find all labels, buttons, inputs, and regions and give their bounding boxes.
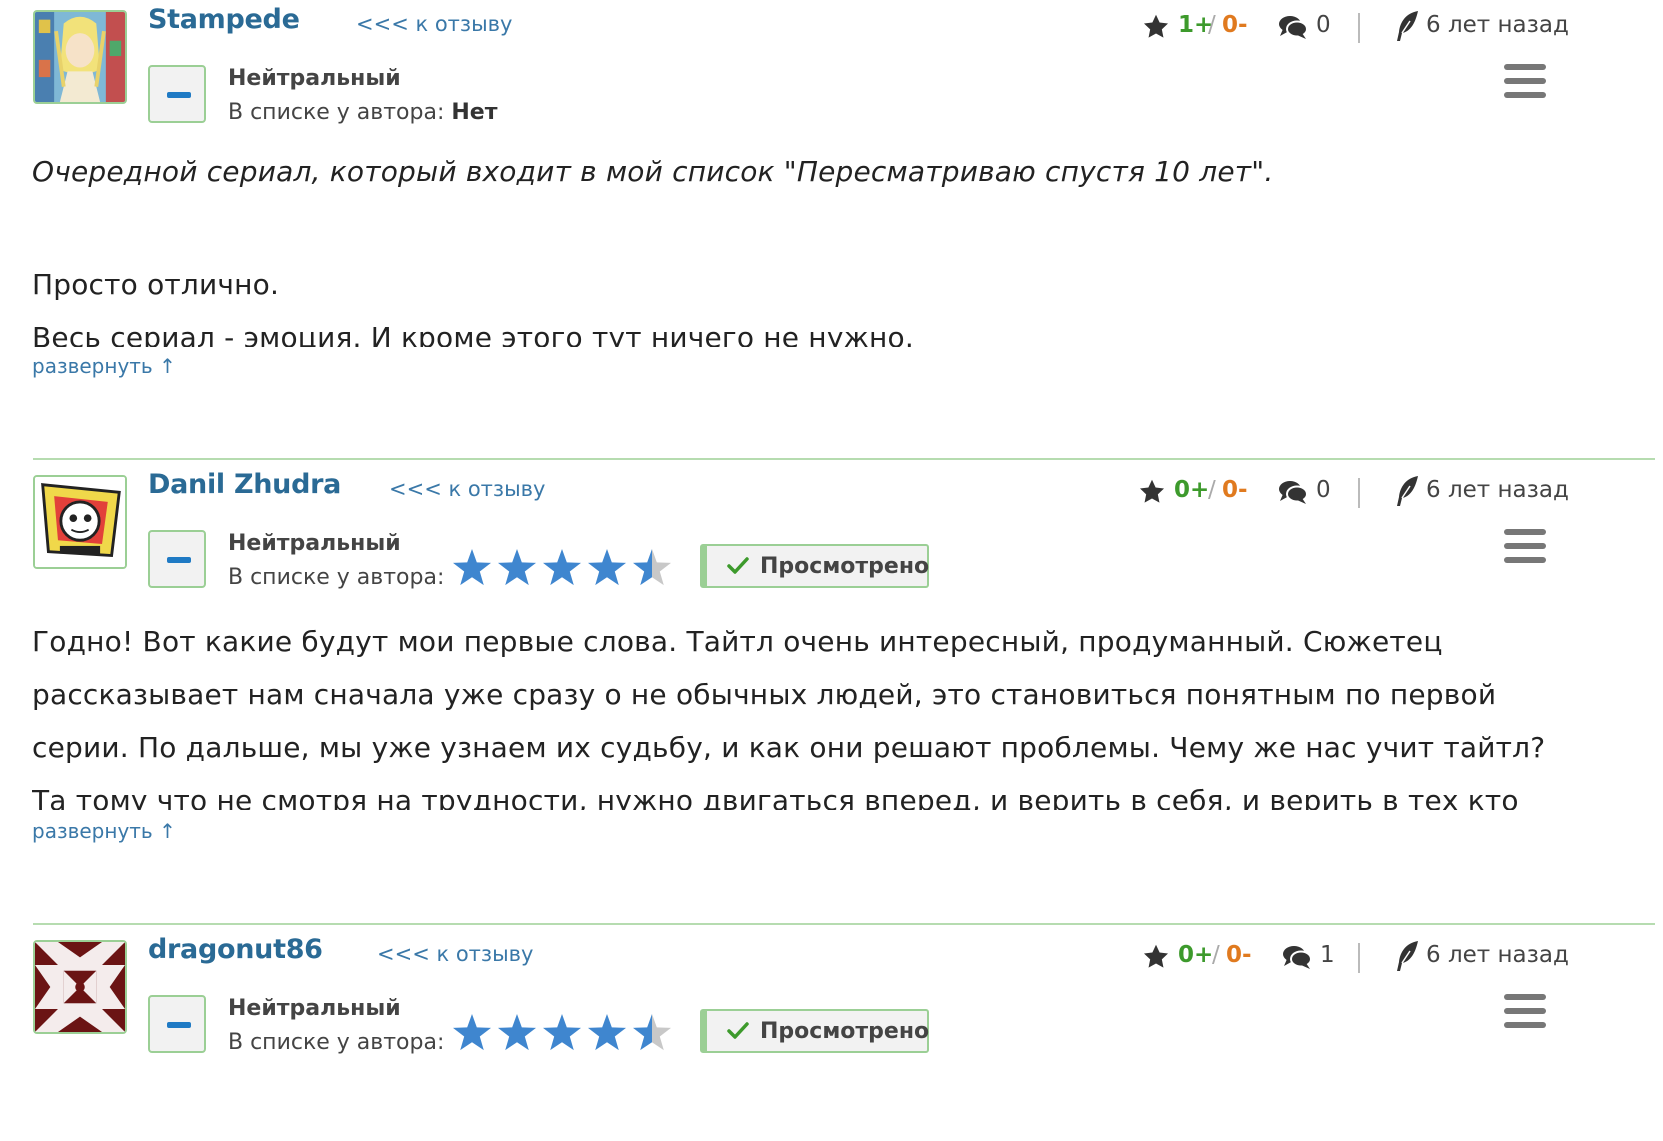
vote-minus[interactable]: 0-: [1222, 12, 1248, 38]
list-label-text: В списке у автора:: [228, 565, 445, 590]
rating-star-icon: [497, 1014, 537, 1051]
review-divider: [33, 458, 1655, 460]
username[interactable]: Stampede: [148, 4, 300, 35]
hamburger-menu-icon[interactable]: [1504, 64, 1546, 98]
check-icon: [727, 557, 749, 574]
review-text-line: Очередной сериал, который входит в мой с…: [32, 155, 1274, 188]
watched-label: Просмотрено: [760, 554, 930, 579]
comments-icon[interactable]: [1282, 944, 1312, 970]
avatar[interactable]: [33, 940, 127, 1034]
review-text-intro: Очередной сериал, который входит в мой с…: [32, 155, 1632, 188]
back-to-review-link[interactable]: <<< к отзыву: [356, 12, 512, 36]
rating-star-icon: [497, 549, 537, 586]
back-to-review-link[interactable]: <<< к отзыву: [377, 942, 533, 966]
check-icon: [727, 1022, 749, 1039]
rating-star-icon: [632, 1014, 672, 1051]
quill-icon: [1397, 11, 1418, 41]
avatar-image: [35, 477, 125, 567]
review-text-line: Просто отлично.: [32, 268, 280, 301]
hamburger-menu-icon[interactable]: [1504, 994, 1546, 1028]
rating-star-icon: [452, 1014, 492, 1051]
expand-link[interactable]: развернуть ↑: [32, 819, 176, 843]
minus-icon: [167, 557, 191, 563]
rating-stars: [452, 1014, 672, 1051]
vote-minus[interactable]: 0-: [1222, 477, 1248, 503]
comments-icon[interactable]: [1278, 14, 1308, 40]
meta-divider: [1358, 13, 1360, 43]
review-item: Danil Zhudra <<< к отзыву 0+ / 0- 0 6 ле…: [0, 465, 1663, 915]
review-item: dragonut86 <<< к отзыву 0+ / 0- 1 6 лет …: [0, 930, 1663, 1141]
review-text: Годно! Вот какие будут мои первые слова.…: [32, 615, 1632, 810]
status-label: Нейтральный: [228, 996, 401, 1021]
quill-icon: [1397, 941, 1418, 971]
meta-divider: [1358, 478, 1360, 508]
avatar-image: [35, 12, 125, 102]
meta-divider: [1358, 943, 1360, 973]
vote-separator: /: [1208, 12, 1216, 38]
review-text-line: Весь сериал - эмоция. И кроме этого тут …: [32, 321, 914, 347]
rating-star-icon: [542, 549, 582, 586]
expand-link[interactable]: развернуть ↑: [32, 354, 176, 378]
status-label: Нейтральный: [228, 531, 401, 556]
username[interactable]: Danil Zhudra: [148, 469, 341, 500]
rating-star-icon: [587, 549, 627, 586]
star-icon: [1139, 479, 1165, 503]
collapse-button[interactable]: [148, 530, 206, 588]
list-label: В списке у автора:: [228, 1030, 444, 1055]
avatar-image: [35, 942, 125, 1032]
rating-star-icon: [452, 549, 492, 586]
username[interactable]: dragonut86: [148, 934, 323, 965]
vote-plus[interactable]: 0+: [1174, 477, 1209, 503]
avatar[interactable]: [33, 10, 127, 104]
review-text-line: Годно! Вот какие будут мои первые слова.…: [32, 625, 1443, 658]
comments-count: 0: [1316, 12, 1331, 38]
vote-plus[interactable]: 0+: [1178, 942, 1213, 968]
avatar[interactable]: [33, 475, 127, 569]
watched-label: Просмотрено: [760, 1019, 930, 1044]
review-text: Просто отлично. Весь сериал - эмоция. И …: [32, 258, 1632, 347]
review-time: 6 лет назад: [1426, 477, 1569, 503]
list-label: В списке у автора: Нет: [228, 100, 497, 125]
watched-status-button[interactable]: Просмотрено: [700, 544, 929, 588]
review-item: Stampede <<< к отзыву 1+ / 0- 0 6 лет на…: [0, 0, 1663, 450]
quill-icon: [1397, 476, 1418, 506]
vote-minus[interactable]: 0-: [1226, 942, 1252, 968]
review-text-line: Та тому что не смотря на трудности, нужн…: [32, 784, 1519, 810]
rating-star-icon: [632, 549, 672, 586]
list-label-text: В списке у автора:: [228, 100, 445, 125]
comments-count: 0: [1316, 477, 1331, 503]
review-text-line: рассказывает нам сначала уже сразу о не …: [32, 678, 1497, 711]
list-label-text: В списке у автора:: [228, 1030, 445, 1055]
list-value: Нет: [451, 100, 498, 125]
collapse-button[interactable]: [148, 995, 206, 1053]
vote-separator: /: [1212, 942, 1220, 968]
star-icon: [1143, 14, 1169, 38]
minus-icon: [167, 92, 191, 98]
review-time: 6 лет назад: [1426, 942, 1569, 968]
rating-stars: [452, 549, 672, 586]
hamburger-menu-icon[interactable]: [1504, 529, 1546, 563]
review-text-line: серии. По дальше, мы уже узнаем их судьб…: [32, 731, 1546, 764]
collapse-button[interactable]: [148, 65, 206, 123]
watched-status-button[interactable]: Просмотрено: [700, 1009, 929, 1053]
comments-icon[interactable]: [1278, 479, 1308, 505]
review-divider: [33, 923, 1655, 925]
review-time: 6 лет назад: [1426, 12, 1569, 38]
star-icon: [1143, 944, 1169, 968]
vote-separator: /: [1208, 477, 1216, 503]
rating-star-icon: [542, 1014, 582, 1051]
list-label: В списке у автора:: [228, 565, 444, 590]
comments-count: 1: [1320, 942, 1335, 968]
rating-star-icon: [587, 1014, 627, 1051]
back-to-review-link[interactable]: <<< к отзыву: [389, 477, 545, 501]
minus-icon: [167, 1022, 191, 1028]
status-label: Нейтральный: [228, 66, 401, 91]
